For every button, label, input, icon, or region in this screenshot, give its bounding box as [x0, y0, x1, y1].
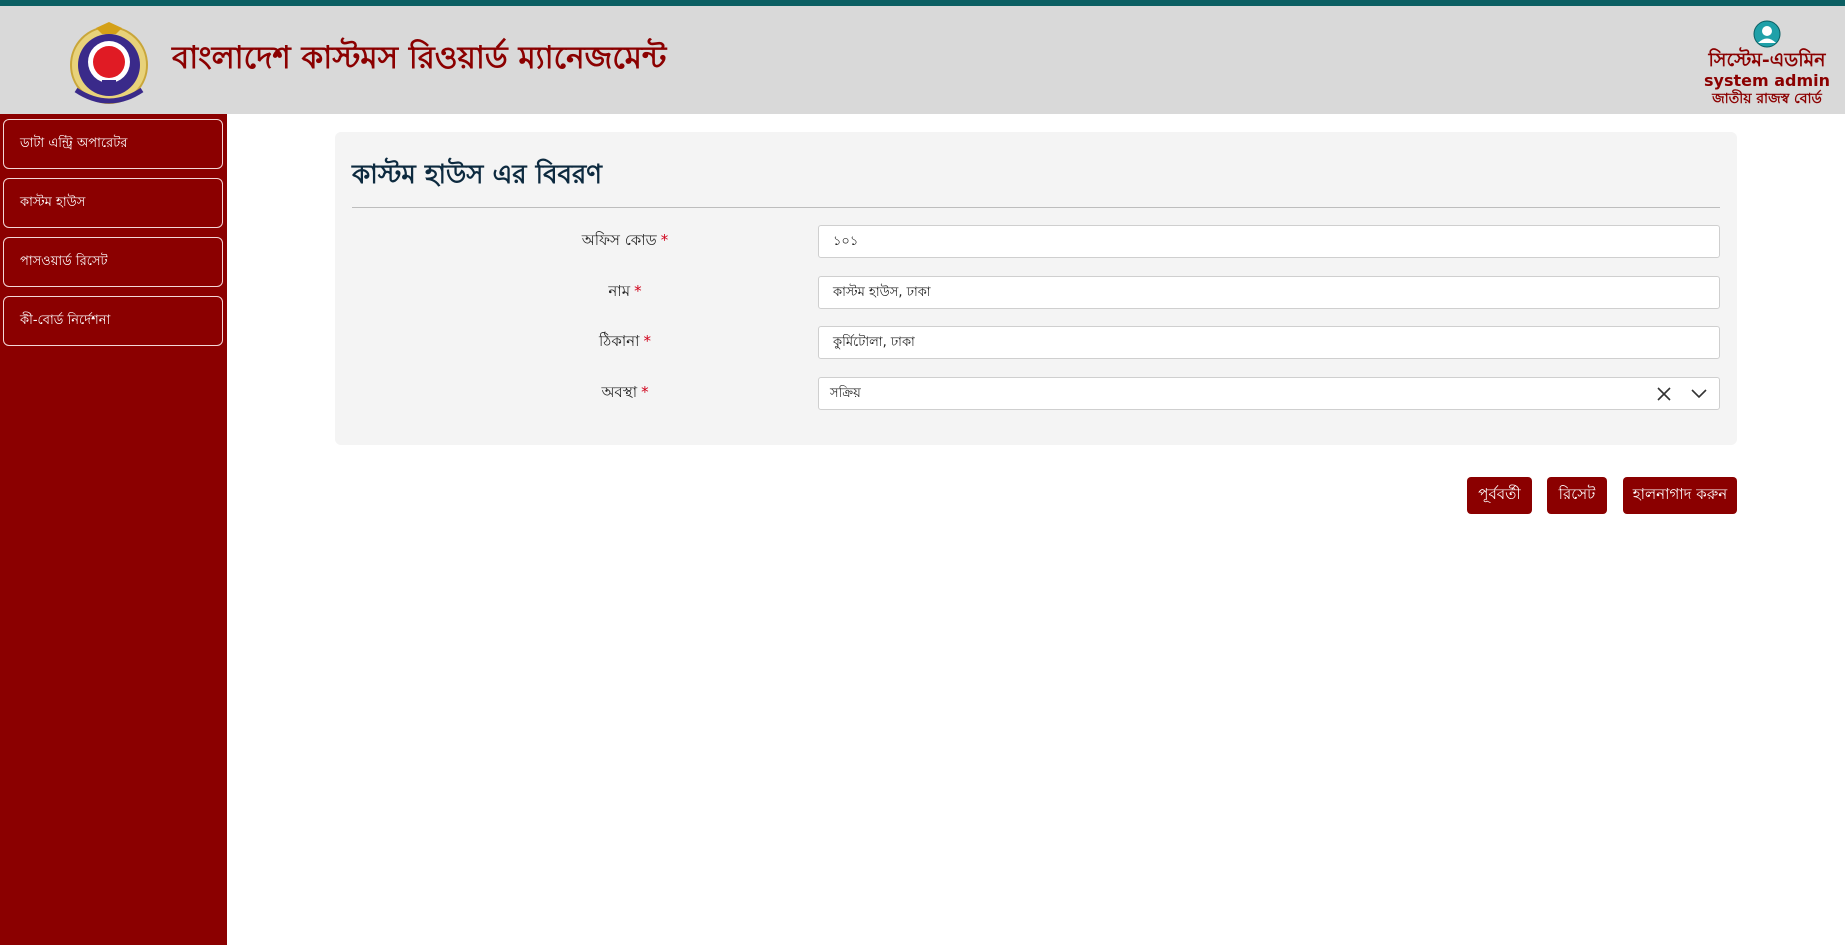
status-selected-value: সক্রিয় — [830, 386, 861, 401]
name-input[interactable]: কাস্টম হাউস, ঢাকা — [818, 276, 1720, 309]
app-title: বাংলাদেশ কাস্টমস রিওয়ার্ড ম্যানেজমেন্ট — [172, 40, 667, 76]
name-row: নাম * কাস্টম হাউস, ঢাকা — [335, 276, 1737, 310]
user-role: সিস্টেম-এডমিন — [1708, 49, 1826, 71]
address-input[interactable]: কুর্মিটোলা, ঢাকা — [818, 326, 1720, 359]
customs-emblem-logo — [70, 22, 148, 104]
status-row: অবস্থা * সক্রিয় — [335, 377, 1737, 411]
sidebar-item-custom-house[interactable]: কাস্টম হাউস — [3, 178, 223, 228]
update-button[interactable]: হালনাগাদ করুন — [1623, 477, 1737, 514]
address-row: ঠিকানা * কুর্মিটোলা, ঢাকা — [335, 326, 1737, 360]
required-mark: * — [643, 332, 651, 350]
user-name: system admin — [1703, 71, 1830, 90]
sidebar: ডাটা এন্ট্রি অপারেটর কাস্টম হাউস পাসওয়া… — [0, 114, 227, 945]
user-avatar-icon[interactable] — [1753, 20, 1781, 48]
user-profile[interactable]: সিস্টেম-এডমিন system admin জাতীয় রাজস্ব… — [1702, 16, 1832, 108]
sidebar-item-keyboard-guide[interactable]: কী-বোর্ড নির্দেশনা — [3, 296, 223, 346]
office-code-input[interactable]: ১০১ — [818, 225, 1720, 258]
custom-house-details-card: কাস্টম হাউস এর বিবরণ অফিস কোড * ১০১ নাম * … — [335, 132, 1737, 445]
app-header: বাংলাদেশ কাস্টমস রিওয়ার্ড ম্যানেজমেন্ট … — [0, 6, 1845, 114]
required-mark: * — [634, 282, 642, 300]
user-organization: জাতীয় রাজস্ব বোর্ড — [1712, 91, 1822, 107]
required-mark: * — [660, 231, 669, 249]
sidebar-item-password-reset[interactable]: পাসওয়ার্ড রিসেট — [3, 237, 223, 287]
office-code-row: অফিস কোড * ১০১ — [335, 225, 1737, 259]
required-mark: * — [641, 383, 649, 401]
previous-button[interactable]: পূর্ববর্তী — [1467, 477, 1532, 514]
page-title: কাস্টম হাউস এর বিবরণ — [352, 160, 603, 190]
title-divider — [352, 207, 1720, 208]
chevron-down-icon[interactable] — [1691, 387, 1707, 401]
sidebar-item-data-entry-operator[interactable]: ডাটা এন্ট্রি অপারেটর — [3, 119, 223, 169]
reset-button[interactable]: রিসেট — [1547, 477, 1607, 514]
status-select[interactable]: সক্রিয় — [818, 377, 1720, 410]
clear-icon[interactable] — [1656, 386, 1672, 402]
